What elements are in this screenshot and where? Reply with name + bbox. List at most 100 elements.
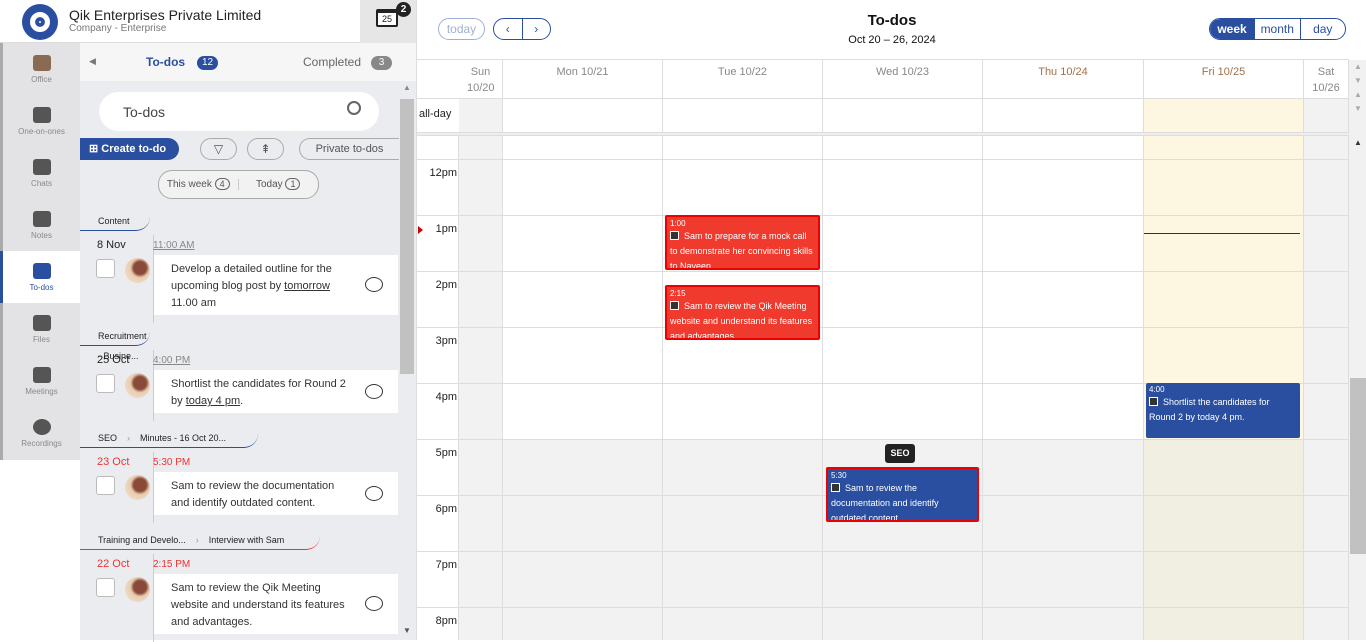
nav-item-recordings[interactable]: Recordings	[3, 407, 80, 459]
todo-checkbox[interactable]	[96, 374, 115, 393]
event-checkbox[interactable]	[670, 231, 679, 240]
day-column-evening[interactable]	[983, 439, 1144, 640]
allday-cell[interactable]	[663, 99, 823, 132]
collapse-icon[interactable]: ◀	[89, 56, 96, 67]
day-column[interactable]	[1304, 136, 1349, 439]
sort-button[interactable]: ⇞	[247, 138, 284, 160]
calendar-icon: 25	[376, 9, 398, 27]
allday-cell[interactable]	[1144, 99, 1304, 132]
nav-item-to-dos[interactable]: To-dos	[0, 251, 80, 303]
hour-label: 2pm	[435, 279, 457, 291]
view-day-button[interactable]: day	[1301, 19, 1346, 39]
day-column[interactable]	[503, 136, 663, 439]
group-header[interactable]: SEO › Minutes - 16 Oct 20...	[80, 428, 258, 448]
allday-cell[interactable]	[983, 99, 1144, 132]
todo-checkbox[interactable]	[96, 476, 115, 495]
completed-count-badge: 3	[371, 56, 392, 70]
group-header[interactable]: Training and Develo... › Interview with Sa…	[80, 530, 320, 550]
day-header[interactable]: Mon 10/21	[503, 60, 663, 98]
day-header[interactable]: Wed 10/23	[823, 60, 983, 98]
people-icon	[32, 106, 51, 123]
allday-cell[interactable]	[1304, 99, 1349, 132]
hour-line	[417, 551, 1349, 552]
day-column-evening[interactable]	[1304, 439, 1349, 640]
hour-line	[417, 607, 1349, 608]
day-column-evening[interactable]	[503, 439, 663, 640]
todo-card[interactable]: Sam to review the Qik Meeting website an…	[154, 574, 398, 634]
todo-date: 25 Oct	[97, 354, 130, 366]
event-checkbox[interactable]	[831, 483, 840, 492]
calendar-button[interactable]: 25 2	[360, 0, 416, 43]
group-header[interactable]: Content	[80, 211, 150, 231]
nav-item-chats[interactable]: Chats	[3, 147, 80, 199]
nav-item-meetings[interactable]: Meetings	[3, 355, 80, 407]
todo-text-end: 11.00 am	[171, 297, 217, 309]
todo-text: Sam to review the documentation and iden…	[171, 480, 335, 509]
todo-due-link[interactable]: today 4 pm	[186, 395, 240, 407]
allday-cell[interactable]	[823, 99, 983, 132]
event-checkbox[interactable]	[1149, 397, 1158, 406]
day-column-evening[interactable]	[663, 439, 823, 640]
scrollbar-thumb[interactable]	[1350, 378, 1366, 554]
day-column-evening[interactable]	[1144, 439, 1304, 640]
calendar-event[interactable]: 1:00 Sam to prepare for a mock call to de…	[665, 215, 820, 270]
calendar-event[interactable]: 5:30 Sam to review the documentation and …	[826, 467, 979, 522]
group-header[interactable]: Recruitment - Busine...	[80, 326, 150, 361]
nav-item-label: One-on-ones	[18, 126, 65, 136]
subgroup-name: Interview with Sam	[208, 535, 285, 545]
event-title: Sam to review the documentation and iden…	[831, 483, 939, 522]
todo-card[interactable]: Sam to review the documentation and iden…	[154, 472, 398, 515]
grid-scrollbar[interactable]: ▲	[1349, 136, 1366, 640]
todo-checkbox[interactable]	[96, 578, 115, 597]
calendar-event[interactable]: 4:00 Shortlist the candidates for Round 2…	[1146, 383, 1300, 438]
day-column[interactable]	[823, 136, 983, 439]
day-header[interactable]: Fri 10/25	[1144, 60, 1304, 98]
header-scrollbar[interactable]: ▲ ▼ ▲ ▼	[1349, 60, 1366, 136]
day-header[interactable]: Sat 10/26	[1304, 60, 1349, 98]
now-indicator-line	[1144, 233, 1300, 234]
nav-item-files[interactable]: Files	[3, 303, 80, 355]
day-header[interactable]: Thu 10/24	[983, 60, 1144, 98]
chat-icon	[32, 158, 51, 175]
company-subtitle: Company - Enterprise	[69, 23, 167, 34]
view-month-button[interactable]: month	[1255, 19, 1301, 39]
allday-cell[interactable]	[459, 99, 503, 132]
todo-card[interactable]: Shortlist the candidates for Round 2 by …	[154, 370, 398, 413]
avatar	[125, 258, 150, 283]
todo-card[interactable]: Develop a detailed outline for the upcom…	[154, 255, 398, 315]
todo-checkbox[interactable]	[96, 259, 115, 278]
tab-completed[interactable]: Completed	[303, 55, 361, 69]
today-filter[interactable]: Today 1	[239, 178, 319, 190]
calendar-view: today ‹ › To-dos Oct 20 – 26, 2024 week m…	[416, 0, 1366, 640]
todo-date: 23 Oct	[97, 456, 130, 468]
nav-item-office[interactable]: Office	[3, 43, 80, 95]
scroll-up-icon[interactable]: ▲	[1354, 138, 1362, 147]
allday-cell[interactable]	[503, 99, 663, 132]
day-column[interactable]	[459, 136, 503, 439]
todo-due-link[interactable]: tomorrow	[284, 280, 330, 292]
hour-label: 12pm	[429, 167, 457, 179]
comment-icon[interactable]	[365, 383, 383, 399]
nav-item-notes[interactable]: Notes	[3, 199, 80, 251]
day-header[interactable]: Tue 10/22	[663, 60, 823, 98]
search-icon[interactable]	[347, 101, 361, 115]
view-week-button[interactable]: week	[1210, 19, 1255, 39]
private-todos-button[interactable]: Private to-dos	[299, 138, 399, 160]
tab-todos[interactable]: To-dos	[146, 55, 185, 69]
comment-icon[interactable]	[365, 277, 383, 292]
day-column[interactable]	[983, 136, 1144, 439]
hour-line	[417, 159, 1349, 160]
this-week-filter[interactable]: This week 4	[159, 178, 239, 190]
calendar-event[interactable]: 2:15 Sam to review the Qik Meeting websit…	[665, 285, 820, 340]
create-todo-button[interactable]: ⊞ Create to-do	[80, 138, 179, 160]
company-logo	[22, 4, 58, 40]
event-checkbox[interactable]	[670, 301, 679, 310]
comment-icon[interactable]	[365, 485, 383, 501]
search-input[interactable]: To-dos	[99, 92, 379, 131]
day-column-evening[interactable]	[459, 439, 503, 640]
panel-scrollbar[interactable]: ▲ ▼	[400, 81, 414, 640]
filter-button[interactable]: ▽	[200, 138, 237, 160]
comment-icon[interactable]	[365, 596, 383, 611]
nav-item-one-on-ones[interactable]: One-on-ones	[3, 95, 80, 147]
day-header[interactable]: Sun 10/20	[459, 60, 503, 98]
